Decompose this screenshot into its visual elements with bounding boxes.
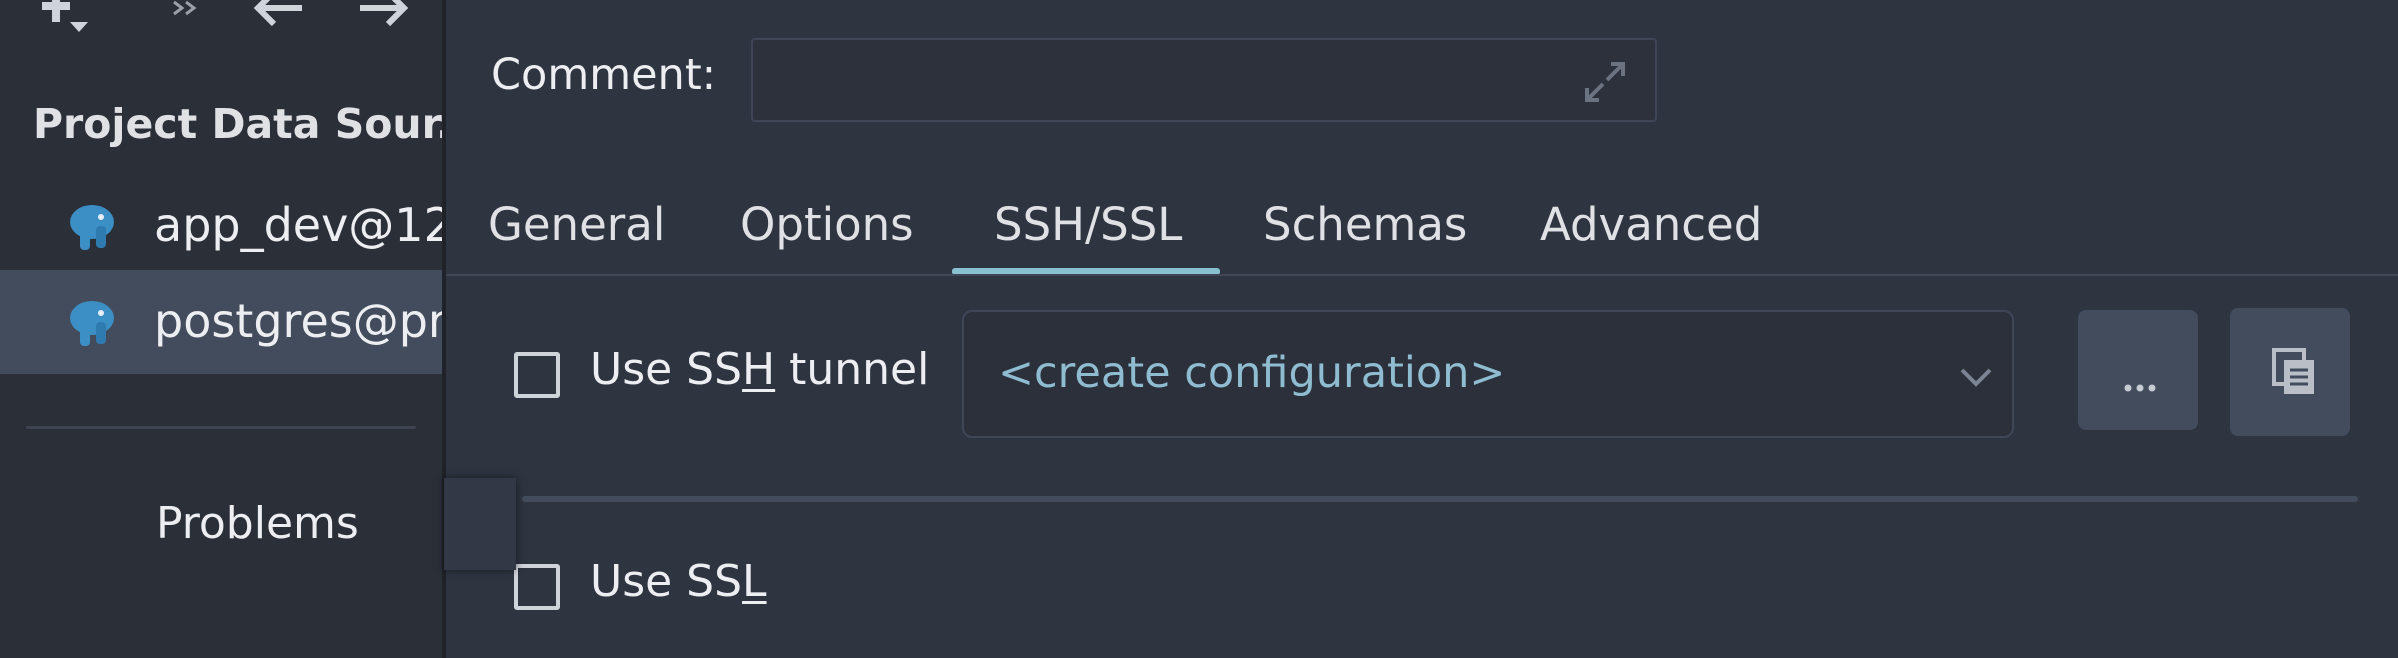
add-icon[interactable] xyxy=(40,0,100,44)
use-ssh-tunnel-checkbox[interactable] xyxy=(514,352,560,398)
project-data-sources-title: Project Data Sour... xyxy=(33,100,442,148)
chevron-down-icon xyxy=(1958,364,1994,392)
sidebar-divider xyxy=(26,426,416,429)
tab-ssh-ssl[interactable]: SSH/SSL xyxy=(994,198,1182,251)
postgresql-elephant-icon xyxy=(66,202,118,258)
datasource-item-postgres[interactable]: postgres@pr xyxy=(0,270,442,374)
use-ssl-checkbox[interactable] xyxy=(514,564,560,610)
arrow-left-icon[interactable] xyxy=(252,0,306,32)
comment-field[interactable] xyxy=(751,38,1657,122)
tab-advanced[interactable]: Advanced xyxy=(1540,198,1762,251)
settings-tabs: General Options SSH/SSL Schemas Advanced xyxy=(446,188,2398,276)
datasource-settings-form: Comment: General Options SSH/SSL Schemas… xyxy=(446,0,2398,658)
use-ssl-label: Use SSL xyxy=(590,556,767,607)
datasource-label: app_dev@127 xyxy=(154,198,442,252)
use-ssh-tunnel-label: Use SSH tunnel xyxy=(590,344,930,395)
arrow-right-icon[interactable] xyxy=(356,0,410,32)
project-sidebar: Project Data Sour... app_dev@127 postgre… xyxy=(0,0,442,658)
ssh-configuration-value: <create configuration> xyxy=(998,348,1506,398)
datasource-label: postgres@pr xyxy=(154,294,442,348)
copy-configuration-button[interactable] xyxy=(2230,308,2350,436)
more-icon xyxy=(2124,378,2156,397)
tab-schemas[interactable]: Schemas xyxy=(1263,198,1467,251)
postgresql-elephant-icon xyxy=(66,298,118,354)
sidebar-toolbar xyxy=(0,0,442,40)
ssh-configuration-select[interactable]: <create configuration> xyxy=(962,310,2014,438)
splitter-handle[interactable] xyxy=(444,478,516,570)
tab-options[interactable]: Options xyxy=(740,198,914,251)
ssh-configurations-button[interactable] xyxy=(2078,310,2198,430)
tabs-divider xyxy=(446,274,2398,276)
tab-general[interactable]: General xyxy=(488,198,665,251)
comment-label: Comment: xyxy=(491,50,717,100)
expand-icon[interactable] xyxy=(1581,58,1629,110)
copy-icon xyxy=(2272,348,2314,394)
datasource-item-app-dev[interactable]: app_dev@127 xyxy=(0,174,442,278)
problems-panel-link[interactable]: Problems xyxy=(156,498,359,549)
chevron-double-right-icon[interactable] xyxy=(170,0,206,28)
ssh-ssl-section-divider xyxy=(522,496,2358,502)
